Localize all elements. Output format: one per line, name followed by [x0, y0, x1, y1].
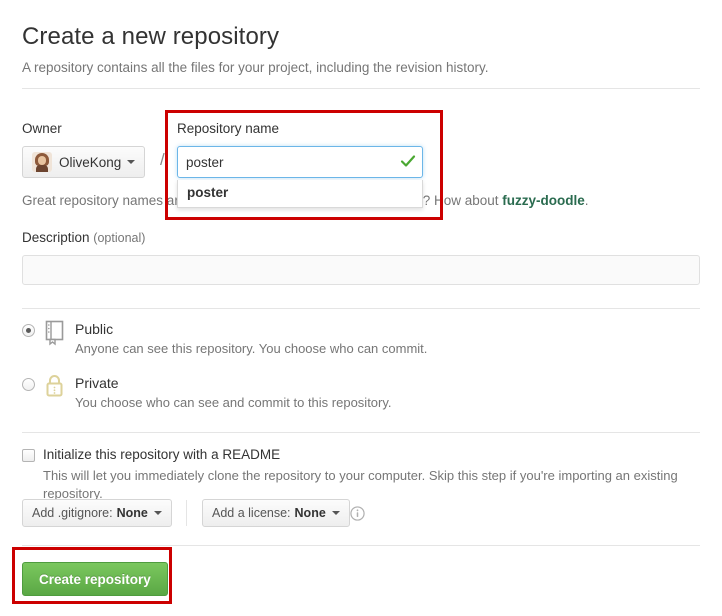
- chevron-down-icon: [331, 511, 340, 515]
- repository-name-label: Repository name: [177, 121, 280, 136]
- public-body: Public Anyone can see this repository. Y…: [75, 320, 427, 358]
- dropdown-separator: [186, 500, 187, 526]
- random-name-suggestion-link[interactable]: fuzzy-doodle: [502, 193, 585, 208]
- public-description: Anyone can see this repository. You choo…: [75, 341, 428, 356]
- section-divider-submit: [22, 545, 700, 546]
- chevron-down-icon: [153, 511, 162, 515]
- private-radio[interactable]: [22, 378, 35, 391]
- owner-name: OliveKong: [59, 154, 122, 170]
- create-repository-page: Create a new repository A repository con…: [0, 0, 722, 616]
- page-header: Create a new repository A repository con…: [22, 22, 700, 77]
- public-radio[interactable]: [22, 324, 35, 337]
- lock-icon: [46, 375, 63, 397]
- create-repository-button-label: Create repository: [39, 571, 151, 587]
- license-dropdown[interactable]: Add a license: None: [202, 499, 350, 527]
- user-avatar-icon: [32, 152, 52, 172]
- header-divider: [22, 88, 700, 89]
- section-divider-visibility: [22, 308, 700, 309]
- private-body: Private You choose who can see and commi…: [75, 374, 392, 412]
- page-title: Create a new repository: [22, 23, 280, 50]
- private-title[interactable]: Private: [75, 374, 392, 392]
- description-optional-text: (optional): [93, 231, 146, 245]
- repository-name-field: [177, 146, 423, 178]
- autocomplete-item[interactable]: poster: [178, 180, 422, 207]
- gitignore-dropdown[interactable]: Add .gitignore: None: [22, 499, 172, 527]
- repository-name-autocomplete[interactable]: poster: [177, 180, 423, 208]
- section-divider-readme: [22, 432, 700, 433]
- license-value: None: [294, 506, 326, 520]
- gitignore-label: Add .gitignore:: [32, 506, 113, 520]
- description-label-text: Description: [22, 230, 90, 245]
- gitignore-value: None: [116, 506, 148, 520]
- repository-name-input[interactable]: [177, 146, 423, 178]
- description-input[interactable]: [22, 255, 700, 285]
- license-label: Add a license:: [212, 506, 291, 520]
- page-subtitle: A repository contains all the files for …: [22, 60, 489, 75]
- public-title[interactable]: Public: [75, 320, 427, 338]
- readme-option[interactable]: Initialize this repository with a README…: [22, 446, 722, 503]
- readme-checkbox[interactable]: [22, 449, 35, 462]
- private-description: You choose who can see and commit to thi…: [75, 395, 392, 410]
- readme-body: Initialize this repository with a README…: [43, 446, 722, 503]
- visibility-option-public[interactable]: Public Anyone can see this repository. Y…: [22, 320, 427, 358]
- info-circle-icon[interactable]: [350, 506, 365, 521]
- description-label: Description (optional): [22, 230, 145, 245]
- repo-book-icon: [45, 320, 64, 346]
- owner-dropdown[interactable]: OliveKong: [22, 146, 146, 178]
- readme-title[interactable]: Initialize this repository with a README: [43, 446, 722, 464]
- chevron-down-icon: [127, 160, 136, 164]
- readme-description: This will let you immediately clone the …: [43, 468, 678, 501]
- repository-name-hint-suffix: .: [584, 193, 589, 208]
- owner-repo-separator: /: [160, 150, 165, 169]
- create-repository-button[interactable]: Create repository: [22, 562, 168, 596]
- visibility-option-private[interactable]: Private You choose who can see and commi…: [22, 374, 392, 412]
- owner-label: Owner: [22, 121, 62, 136]
